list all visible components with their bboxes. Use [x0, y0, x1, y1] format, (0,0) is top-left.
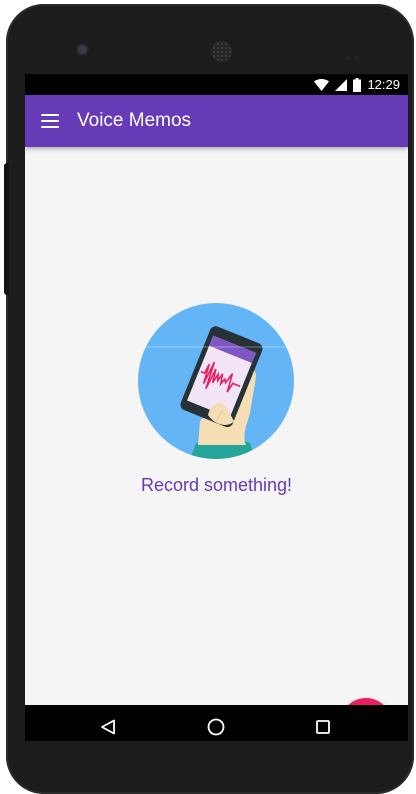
- status-time: 12:29: [367, 77, 400, 92]
- proximity-sensors: [346, 47, 370, 60]
- main-content: Record something!: [25, 147, 408, 741]
- power-button: [4, 163, 9, 295]
- battery-icon: [353, 77, 362, 92]
- home-button[interactable]: [202, 713, 230, 741]
- app-title: Voice Memos: [77, 110, 192, 131]
- back-icon: [101, 719, 115, 735]
- wifi-icon: [314, 78, 330, 91]
- app-bar: Voice Memos: [25, 95, 408, 147]
- front-camera: [78, 45, 87, 54]
- back-button[interactable]: [94, 713, 122, 741]
- screen: 12:29 Voice Memos Record something!: [25, 74, 408, 741]
- empty-state-message: Record something!: [140, 475, 293, 495]
- earpiece-speaker: [211, 41, 232, 62]
- recents-button[interactable]: [309, 713, 337, 741]
- menu-icon[interactable]: [41, 114, 59, 128]
- signal-icon: [335, 78, 348, 91]
- home-icon: [207, 718, 225, 736]
- navigation-bar: [25, 705, 408, 741]
- status-bar: 12:29: [25, 74, 408, 95]
- status-icons: 12:29: [314, 76, 400, 93]
- recents-icon: [316, 720, 330, 734]
- phone-recording-illustration: [138, 303, 294, 459]
